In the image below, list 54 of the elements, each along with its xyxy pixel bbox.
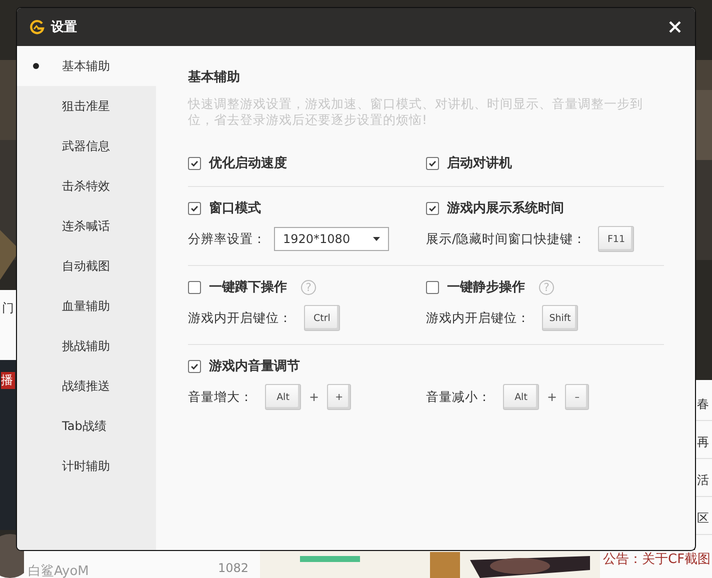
plus-sign: + xyxy=(309,390,320,404)
setting-label: 音量增大： xyxy=(188,388,253,406)
hotkey-button[interactable]: Shift xyxy=(542,305,578,331)
sidebar-item[interactable]: 基本辅助 xyxy=(17,46,156,86)
sidebar-item[interactable]: 狙击准星 xyxy=(17,86,156,126)
sidebar-item[interactable]: 计时辅助 xyxy=(17,446,156,486)
setting-label: 分辨率设置： xyxy=(188,230,266,248)
background-text: 门 xyxy=(2,300,14,317)
sidebar-item[interactable]: 击杀特效 xyxy=(17,166,156,206)
option-label[interactable]: 游戏内音量调节 xyxy=(209,357,300,375)
setting-label: 音量减小： xyxy=(426,388,491,406)
sidebar-item[interactable]: Tab战绩 xyxy=(17,406,156,446)
hotkey-button[interactable]: Alt xyxy=(265,384,301,410)
section-heading: 基本辅助 xyxy=(188,69,241,86)
checkbox[interactable] xyxy=(426,202,439,214)
sidebar-item[interactable]: 战绩推送 xyxy=(17,366,156,406)
option-label[interactable]: 游戏内展示系统时间 xyxy=(447,199,564,217)
option-label[interactable]: 一键静步操作 xyxy=(447,278,525,296)
sidebar-item[interactable]: 自动截图 xyxy=(17,246,156,286)
hotkey-button[interactable]: Ctrl xyxy=(304,305,340,331)
list-item[interactable]: 春 xyxy=(697,396,709,413)
list-item[interactable]: 活 xyxy=(697,472,709,489)
checkbox[interactable] xyxy=(188,202,201,214)
checkbox[interactable] xyxy=(188,156,201,170)
option-label[interactable]: 优化启动速度 xyxy=(209,154,287,172)
hotkey-button[interactable]: F11 xyxy=(598,226,634,252)
option-label[interactable]: 一键蹲下操作 xyxy=(209,278,287,296)
count: 1082 xyxy=(218,561,249,575)
sidebar-item[interactable]: 连杀喊话 xyxy=(17,206,156,246)
setting-label: 游戏内开启键位： xyxy=(426,310,530,326)
hotkey-button[interactable]: + xyxy=(327,384,352,410)
list-item[interactable]: 再 xyxy=(697,434,709,451)
avatar xyxy=(0,534,24,578)
plus-sign: + xyxy=(547,390,558,404)
hotkey-button[interactable]: – xyxy=(565,384,590,410)
setting-label: 游戏内开启键位： xyxy=(188,310,292,326)
option-label[interactable]: 窗口模式 xyxy=(209,199,261,217)
window-title: 设置 xyxy=(51,19,78,36)
checkbox[interactable] xyxy=(188,280,201,294)
sidebar-item[interactable]: 挑战辅助 xyxy=(17,326,156,366)
resolution-dropdown[interactable]: 1920*1080 xyxy=(274,227,389,251)
sidebar-item[interactable]: 武器信息 xyxy=(17,126,156,166)
caret-icon xyxy=(373,237,380,241)
logo-icon xyxy=(29,19,45,35)
checkbox[interactable] xyxy=(426,280,439,294)
sidebar-item[interactable]: 血量辅助 xyxy=(17,286,156,326)
option-label[interactable]: 启动对讲机 xyxy=(447,154,512,172)
setting-label: 展示/隐藏时间窗口快捷键： xyxy=(426,230,586,248)
checkbox[interactable] xyxy=(188,360,201,372)
list-item[interactable]: 区 xyxy=(697,510,709,527)
background-text: 播 xyxy=(1,372,15,389)
checkbox[interactable] xyxy=(426,156,439,170)
hotkey-button[interactable]: Alt xyxy=(503,384,539,410)
close-icon[interactable] xyxy=(669,21,681,33)
